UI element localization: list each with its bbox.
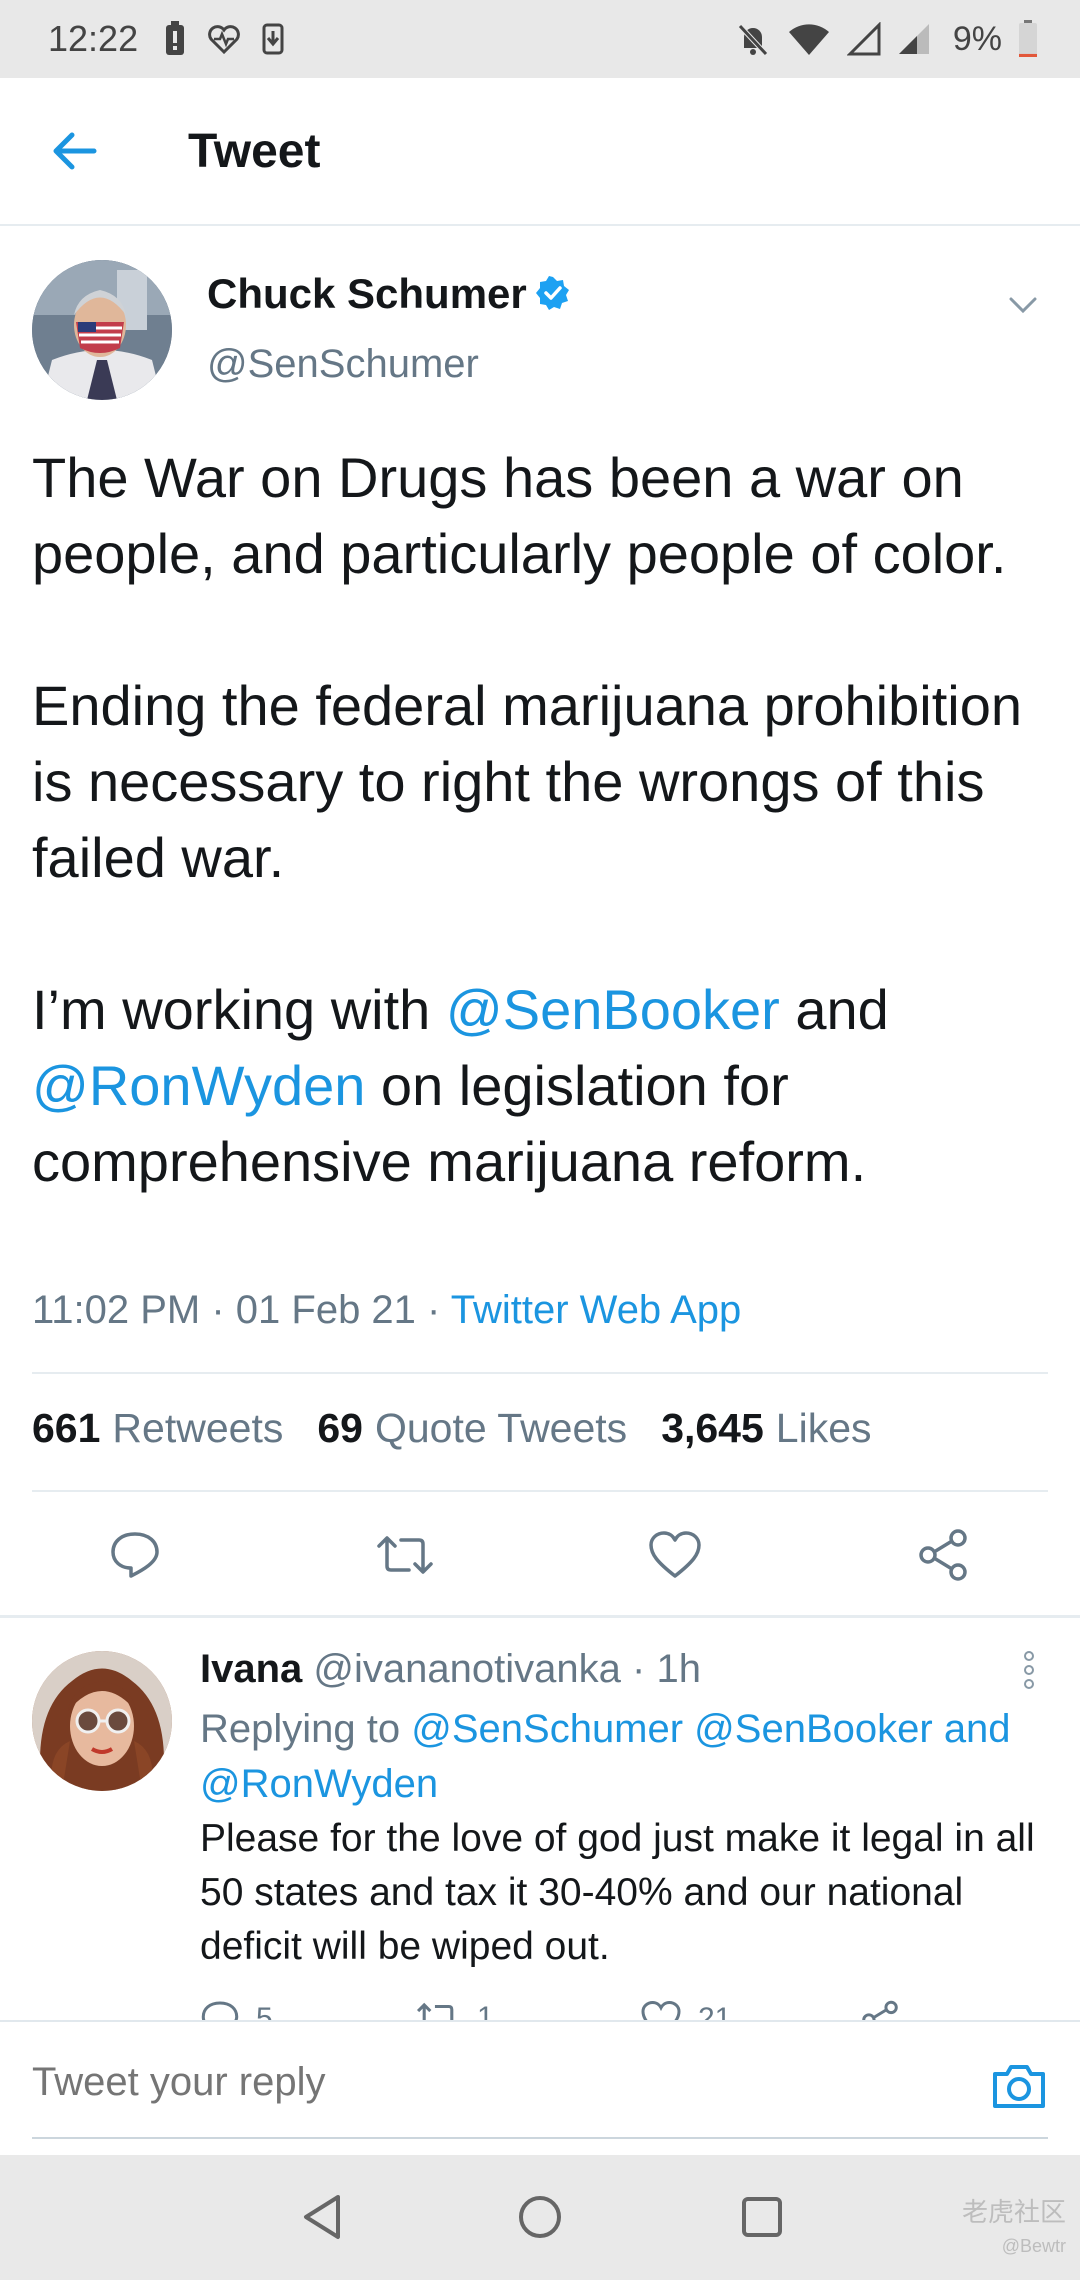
author-name[interactable]: Chuck Schumer bbox=[207, 270, 571, 321]
nav-home-button[interactable] bbox=[510, 2187, 570, 2247]
reply-actions: 5 1 21 bbox=[200, 2000, 960, 2020]
tweet-actions bbox=[0, 1520, 1080, 1590]
retweet-icon bbox=[416, 2002, 454, 2020]
reply-header: Ivana @ivananotivanka · 1h bbox=[200, 1647, 701, 1692]
mention-link[interactable]: @SenBooker bbox=[446, 978, 780, 1041]
watermark: 老虎社区 @Bewtr bbox=[961, 2197, 1066, 2256]
reply-tweet[interactable]: Ivana @ivananotivanka · 1h Replying to @… bbox=[0, 1645, 1080, 2020]
circle-home-icon bbox=[519, 2196, 561, 2238]
input-underline bbox=[32, 2137, 1048, 2139]
mute-bell-icon bbox=[735, 21, 771, 57]
divider bbox=[0, 1615, 1080, 1618]
avatar[interactable] bbox=[32, 1651, 172, 1791]
avatar[interactable] bbox=[32, 260, 172, 400]
reply-author-name[interactable]: Ivana bbox=[200, 1647, 302, 1691]
retweet-icon bbox=[377, 1536, 433, 1574]
divider bbox=[32, 1490, 1048, 1492]
camera-button[interactable] bbox=[990, 2060, 1048, 2112]
likes-stat[interactable]: 3,645 Likes bbox=[661, 1405, 871, 1452]
nav-recents-button[interactable] bbox=[732, 2187, 792, 2247]
reply-button[interactable] bbox=[100, 1520, 170, 1590]
divider bbox=[32, 1372, 1048, 1374]
nav-back-button[interactable] bbox=[292, 2187, 352, 2247]
triangle-back-icon bbox=[304, 2195, 340, 2239]
tweet-source-link[interactable]: Twitter Web App bbox=[451, 1288, 742, 1332]
retweet-button[interactable] bbox=[370, 1520, 440, 1590]
page-title: Tweet bbox=[188, 124, 321, 178]
health-heart-icon bbox=[208, 24, 240, 54]
replying-to: Replying to @SenSchumer @SenBooker and @… bbox=[200, 1707, 1011, 1806]
battery-percent: 9% bbox=[952, 19, 1002, 58]
reply-reply-button[interactable]: 5 bbox=[200, 2000, 273, 2020]
system-nav-bar: 老虎社区 @Bewtr bbox=[0, 2155, 1080, 2280]
reply-retweet-button[interactable]: 1 bbox=[415, 2000, 494, 2020]
reply-icon bbox=[111, 1532, 159, 1578]
more-vertical-icon bbox=[1024, 1651, 1034, 1689]
app-bar: Tweet bbox=[0, 78, 1080, 226]
battery-icon bbox=[1018, 20, 1038, 58]
battery-saver-icon bbox=[164, 21, 186, 57]
square-recents-icon bbox=[742, 2197, 782, 2237]
retweets-stat[interactable]: 661 Retweets bbox=[32, 1405, 283, 1452]
share-icon bbox=[919, 1529, 967, 1581]
tweet-options-button[interactable] bbox=[998, 280, 1048, 330]
status-bar: 12:22 9% bbox=[0, 0, 1080, 78]
tweet-timestamp: 11:02 PM · 01 Feb 21 · Twitter Web App bbox=[32, 1288, 742, 1332]
reply-like-button[interactable]: 21 bbox=[640, 2000, 731, 2020]
signal-icon bbox=[897, 22, 931, 56]
author-handle[interactable]: @SenSchumer bbox=[207, 342, 479, 387]
reply-time: · 1h bbox=[632, 1647, 701, 1691]
share-icon bbox=[862, 2000, 898, 2020]
tweet-stats: 661 Retweets 69 Quote Tweets 3,645 Likes bbox=[32, 1405, 872, 1452]
heart-icon bbox=[649, 1531, 701, 1578]
tweet-text: The War on Drugs has been a war on peopl… bbox=[32, 440, 1052, 1200]
mention-link[interactable]: @RonWyden bbox=[32, 1054, 365, 1117]
camera-icon bbox=[993, 2065, 1045, 2108]
reply-options-button[interactable] bbox=[1014, 1645, 1044, 1695]
reply-share-button[interactable] bbox=[860, 2000, 900, 2020]
tweet-paragraph: Ending the federal marijuana prohibition… bbox=[32, 674, 1022, 889]
reply-icon bbox=[201, 2001, 239, 2020]
tweet-header: Chuck Schumer @SenSchumer bbox=[32, 260, 1048, 400]
reply-author-handle[interactable]: @ivananotivanka bbox=[313, 1647, 620, 1691]
compose-bar bbox=[0, 2020, 1080, 2155]
wifi-icon bbox=[787, 22, 831, 56]
back-button[interactable] bbox=[0, 77, 150, 225]
status-time: 12:22 bbox=[48, 18, 139, 59]
chevron-down-icon bbox=[1009, 297, 1037, 314]
download-icon bbox=[262, 23, 284, 55]
like-button[interactable] bbox=[640, 1520, 710, 1590]
tweet-paragraph: I’m working with @SenBooker and @RonWyde… bbox=[32, 978, 889, 1193]
reply-text: Please for the love of god just make it … bbox=[200, 1817, 1035, 1968]
share-button[interactable] bbox=[908, 1520, 978, 1590]
signal-empty-icon bbox=[846, 22, 881, 56]
reply-input[interactable] bbox=[32, 2052, 932, 2112]
heart-icon bbox=[641, 2000, 681, 2020]
arrow-left-icon bbox=[53, 132, 97, 170]
quote-tweets-stat[interactable]: 69 Quote Tweets bbox=[317, 1405, 627, 1452]
verified-badge-icon bbox=[535, 273, 571, 321]
tweet-paragraph: The War on Drugs has been a war on peopl… bbox=[32, 446, 1007, 585]
